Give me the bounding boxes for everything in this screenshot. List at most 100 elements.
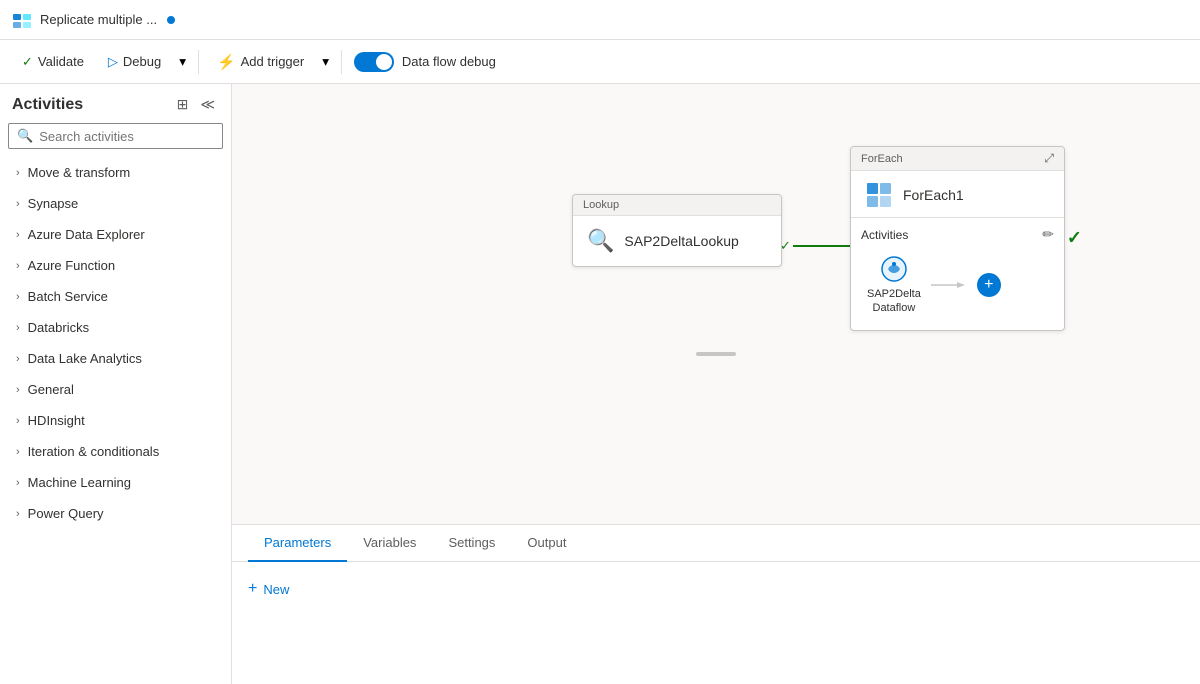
sidebar: Activities ⊞ ≪ 🔍 › Move & transform › Sy… [0,84,232,684]
activities-row: Activities ✏ [861,226,1054,243]
plus-icon: + [248,580,257,598]
foreach-activities-section: Activities ✏ SAP2Delta Dataflow [851,218,1064,330]
sidebar-item-general[interactable]: › General [0,374,231,405]
trigger-dropdown-button[interactable]: ▾ [318,49,333,75]
activities-label: Activities [861,228,908,242]
tab-settings[interactable]: Settings [432,525,511,562]
sidebar-item-power-query[interactable]: › Power Query [0,498,231,529]
sidebar-item-azure-function[interactable]: › Azure Function [0,250,231,281]
chevron-icon: › [16,446,20,458]
foreach-success-icon: ✓ [1067,228,1082,249]
sidebar-item-label: Batch Service [28,289,108,304]
bottom-content: + New [232,562,1200,616]
foreach-type-label: ForEach [861,153,903,165]
tab-output[interactable]: Output [511,525,582,562]
chevron-icon: › [16,229,20,241]
sidebar-item-label: HDInsight [28,413,85,428]
bottom-tabs: Parameters Variables Settings Output [232,525,1200,562]
chevron-icon: › [16,260,20,272]
toolbar: ✓ Validate ▷ Debug ▾ ⚡ Add trigger ▾ Dat… [0,40,1200,84]
chevron-icon: › [16,415,20,427]
sidebar-header: Activities ⊞ ≪ [0,84,231,123]
dirty-indicator [167,16,175,24]
chevron-icon: › [16,384,20,396]
lookup-icon: 🔍 [587,228,614,254]
sidebar-item-label: Data Lake Analytics [28,351,142,366]
chevron-icon: › [16,353,20,365]
validate-icon: ✓ [22,54,33,70]
inner-dataflow-node[interactable]: SAP2Delta Dataflow [867,255,921,316]
tab-parameters[interactable]: Parameters [248,525,347,562]
check-icon: ✓ [780,238,791,254]
sidebar-item-machine-learning[interactable]: › Machine Learning [0,467,231,498]
sidebar-item-batch-service[interactable]: › Batch Service [0,281,231,312]
chevron-icon: › [16,477,20,489]
add-activity-button[interactable]: + [977,273,1001,297]
bottom-panel: Parameters Variables Settings Output + N… [232,524,1200,684]
debug-button[interactable]: ▷ Debug [98,49,171,75]
toggle-knob [376,54,392,70]
foreach-icon [865,181,893,209]
debug-icon: ▷ [108,54,118,70]
sidebar-item-hdinsight[interactable]: › HDInsight [0,405,231,436]
sidebar-item-label: Databricks [28,320,89,335]
sidebar-item-synapse[interactable]: › Synapse [0,188,231,219]
new-button-label: New [263,582,289,597]
sidebar-item-label: General [28,382,74,397]
sidebar-collapse-button[interactable]: ≪ [196,94,219,115]
data-flow-debug-toggle-container: Data flow debug [354,52,496,72]
canvas-area: Lookup 🔍 SAP2DeltaLookup ✓ ForEach ⤢ [232,84,1200,684]
sidebar-items-list: › Move & transform › Synapse › Azure Dat… [0,157,231,684]
sidebar-item-label: Machine Learning [28,475,131,490]
toggle-label: Data flow debug [402,54,496,69]
sidebar-header-actions: ⊞ ≪ [173,94,219,115]
sidebar-item-iteration-conditionals[interactable]: › Iteration & conditionals [0,436,231,467]
chevron-down-icon: ▾ [179,54,186,70]
search-input[interactable] [39,129,214,144]
sidebar-item-databricks[interactable]: › Databricks [0,312,231,343]
foreach-node-name: ForEach1 [903,187,964,203]
add-trigger-button[interactable]: ⚡ Add trigger [207,48,314,76]
sidebar-item-label: Power Query [28,506,104,521]
lookup-node-name: SAP2DeltaLookup [624,233,738,249]
chevron-icon: › [16,198,20,210]
chevron-icon: › [16,291,20,303]
sidebar-item-label: Azure Function [28,258,115,273]
top-bar-title: Replicate multiple ... [40,12,157,27]
new-parameter-button[interactable]: + New [248,576,289,602]
data-flow-debug-toggle[interactable] [354,52,394,72]
app-logo: Replicate multiple ... [12,9,175,31]
lookup-node-header: Lookup [573,195,781,216]
debug-dropdown-button[interactable]: ▾ [175,49,190,75]
sidebar-item-label: Azure Data Explorer [28,227,145,242]
sidebar-item-label: Iteration & conditionals [28,444,160,459]
tab-variables[interactable]: Variables [347,525,432,562]
inner-arrow-svg [931,279,967,291]
sidebar-filter-button[interactable]: ⊞ [173,94,193,115]
dataflow-icon [880,255,908,283]
scroll-hint [696,352,736,356]
edit-activities-button[interactable]: ✏ [1042,226,1054,243]
foreach-node[interactable]: ForEach ⤢ ForEach1 Activities [850,146,1065,331]
sidebar-item-data-lake-analytics[interactable]: › Data Lake Analytics [0,343,231,374]
sidebar-item-azure-data-explorer[interactable]: › Azure Data Explorer [0,219,231,250]
chevron-icon: › [16,508,20,520]
inner-activities: SAP2Delta Dataflow + [861,251,1054,320]
pipeline-canvas[interactable]: Lookup 🔍 SAP2DeltaLookup ✓ ForEach ⤢ [232,84,1200,524]
main-layout: Activities ⊞ ≪ 🔍 › Move & transform › Sy… [0,84,1200,684]
trigger-icon: ⚡ [217,53,236,71]
chevron-down-icon-2: ▾ [322,54,329,70]
inner-arrow-container [931,279,967,291]
lookup-node[interactable]: Lookup 🔍 SAP2DeltaLookup [572,194,782,267]
maximize-button[interactable]: ⤢ [1044,151,1054,166]
foreach-node-header: ForEach ⤢ [851,147,1064,171]
search-icon: 🔍 [17,128,33,144]
top-bar: Replicate multiple ... [0,0,1200,40]
sidebar-item-label: Synapse [28,196,79,211]
search-box: 🔍 [8,123,223,149]
lookup-node-body: 🔍 SAP2DeltaLookup [573,216,781,266]
sidebar-item-move-transform[interactable]: › Move & transform [0,157,231,188]
inner-node-label: SAP2Delta Dataflow [867,287,921,316]
validate-button[interactable]: ✓ Validate [12,49,94,75]
toolbar-divider-1 [198,50,199,74]
